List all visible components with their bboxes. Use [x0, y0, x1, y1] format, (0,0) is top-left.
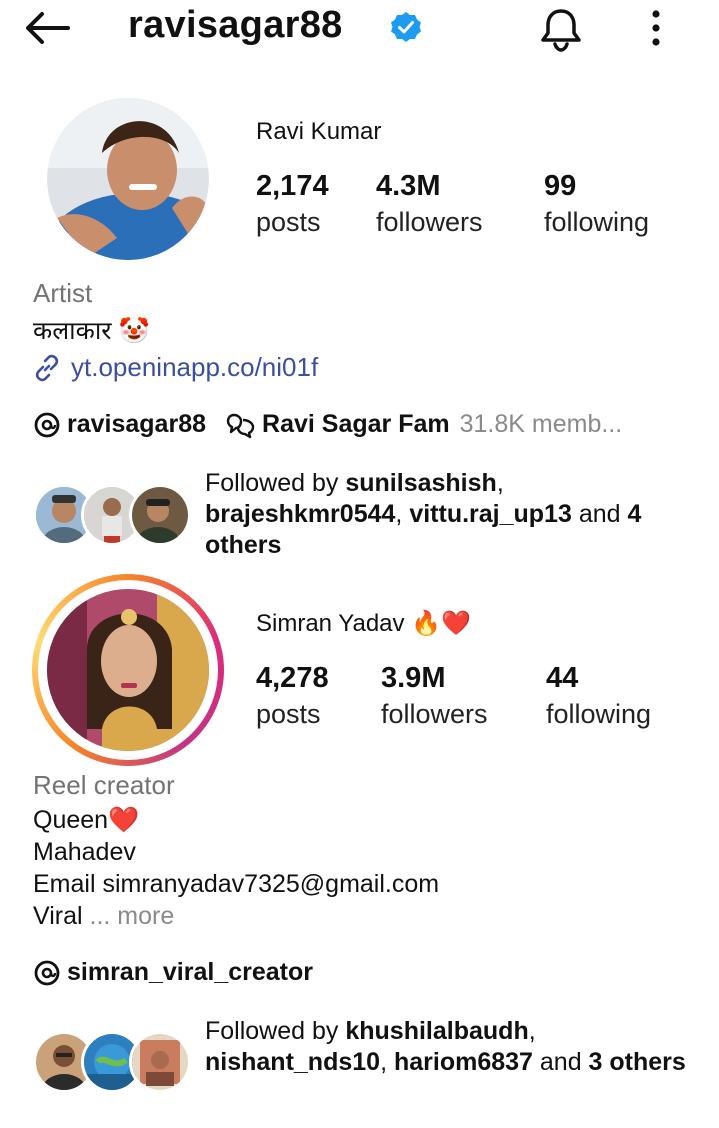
more-vertical-icon[interactable]: [640, 8, 672, 48]
community-chip[interactable]: Ravi Sagar Fam 31.8K memb...: [226, 410, 622, 439]
community-name: Ravi Sagar Fam: [262, 410, 450, 438]
follower-username: nishant_nds10: [205, 1048, 381, 1076]
profile-chips: ravisagar88 Ravi Sagar Fam 31.8K memb...: [33, 410, 642, 439]
profile-chips: simran_viral_creator: [33, 958, 333, 987]
bio-text: Viral: [33, 902, 83, 930]
stat-value: 99: [544, 170, 577, 202]
stat-label: followers: [381, 699, 488, 729]
stat-following[interactable]: 99 following: [544, 170, 649, 238]
profile-category: Reel creator: [33, 770, 175, 800]
verified-badge-icon: [391, 12, 421, 42]
follower-username: brajeshkmr0544: [205, 500, 396, 528]
profile-username: ravisagar88: [128, 4, 343, 46]
stat-label: following: [546, 699, 652, 729]
separator: ,: [395, 500, 410, 528]
followed-by-text[interactable]: Followed by khushilalbaudh, nishant_nds1…: [205, 1016, 695, 1078]
top-bar: ravisagar88: [0, 0, 719, 62]
stat-followers[interactable]: 4.3M followers: [376, 170, 483, 238]
stat-following[interactable]: 44 following: [546, 662, 651, 730]
stat-posts[interactable]: 4,278 posts: [256, 662, 329, 730]
stat-value: 4,278: [256, 662, 329, 694]
threads-chip[interactable]: simran_viral_creator: [33, 958, 313, 987]
separator: ,: [528, 1017, 536, 1045]
bio-more-link[interactable]: ... more: [90, 902, 175, 930]
avatar-photo: [47, 98, 209, 260]
bio-line: Email simranyadav7325@gmail.com: [33, 870, 440, 898]
community-chat-icon: [226, 413, 255, 438]
followed-by-avatars[interactable]: [33, 484, 193, 546]
community-members: 31.8K memb...: [459, 410, 623, 438]
link-text: yt.openinapp.co/ni01f: [71, 352, 319, 382]
and-text: and: [532, 1048, 589, 1076]
profile-name: Ravi Kumar: [256, 118, 382, 145]
others-count: 3 others: [588, 1048, 686, 1076]
link-icon: [35, 354, 59, 381]
bio-line: कलाकार 🤡: [33, 317, 150, 345]
stat-label: posts: [256, 699, 321, 729]
followed-by-avatars[interactable]: [33, 1031, 193, 1093]
mini-avatar: [129, 484, 191, 546]
followed-by-text[interactable]: Followed by sunilsashish, brajeshkmr0544…: [205, 468, 695, 561]
separator: ,: [496, 469, 504, 497]
bio-line[interactable]: Viral ... more: [33, 902, 174, 931]
stat-value: 44: [546, 662, 579, 694]
stat-value: 3.9M: [381, 662, 446, 694]
stat-value: 2,174: [256, 170, 329, 202]
profile-name: Simran Yadav 🔥❤️: [256, 610, 471, 637]
followed-by-prefix: Followed by: [205, 1017, 346, 1045]
bell-icon[interactable]: [539, 6, 583, 52]
follower-username: hariom6837: [393, 1048, 533, 1076]
bio-line: Queen❤️: [33, 806, 140, 834]
threads-chip[interactable]: ravisagar88: [33, 410, 206, 439]
threads-icon: [34, 412, 60, 437]
avatar[interactable]: [47, 98, 209, 260]
threads-handle: simran_viral_creator: [67, 958, 313, 986]
follower-username: sunilsashish: [345, 469, 497, 497]
arrow-left-icon[interactable]: [22, 8, 72, 48]
profile-category: Artist: [33, 278, 93, 308]
and-text: and: [571, 500, 628, 528]
followed-by-prefix: Followed by: [205, 469, 346, 497]
stat-followers[interactable]: 3.9M followers: [381, 662, 488, 730]
avatar-photo: [47, 589, 209, 751]
story-ring[interactable]: [32, 574, 224, 766]
stat-label: posts: [256, 207, 321, 237]
bio-line: Mahadev: [33, 838, 136, 866]
stat-value: 4.3M: [376, 170, 441, 202]
stat-posts[interactable]: 2,174 posts: [256, 170, 329, 238]
mini-avatar: [129, 1031, 191, 1093]
stat-label: following: [544, 207, 650, 237]
separator: ,: [380, 1048, 394, 1076]
threads-handle: ravisagar88: [67, 410, 207, 438]
avatar: [47, 589, 209, 751]
follower-username: khushilalbaudh: [345, 1017, 529, 1045]
stat-label: followers: [376, 207, 483, 237]
profile-link[interactable]: yt.openinapp.co/ni01f: [33, 352, 318, 383]
follower-username: vittu.raj_up13: [409, 500, 572, 528]
threads-icon: [34, 960, 60, 985]
